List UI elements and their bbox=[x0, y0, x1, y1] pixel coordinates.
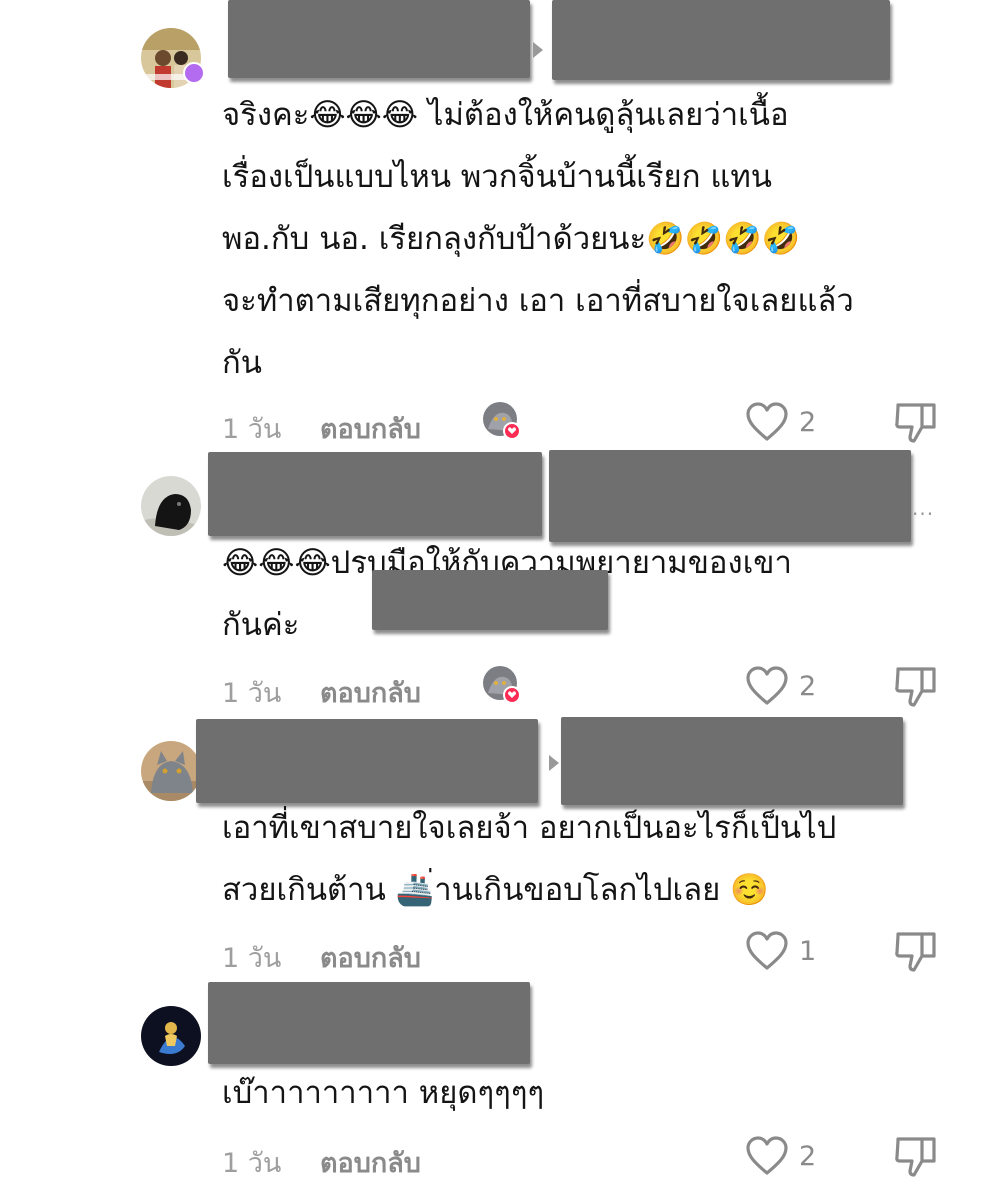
heart-outline-icon[interactable] bbox=[745, 1135, 789, 1177]
thumbs-down-outline-icon[interactable] bbox=[892, 663, 940, 709]
more-options-icon[interactable]: ... bbox=[912, 496, 934, 520]
comment-item: เอาที่เขาสบายใจเลยจ้า อยากเป็นอะไรก็เป็น… bbox=[0, 705, 982, 985]
heart-outline-icon[interactable] bbox=[745, 665, 789, 707]
comment-text: เอาที่เขาสบายใจเลยจ้า อยากเป็นอะไรก็เป็น… bbox=[222, 810, 837, 908]
comment-actions: 1 วัน ตอบกลับ 2 bbox=[222, 1136, 957, 1184]
like-count: 2 bbox=[799, 671, 817, 702]
reply-button[interactable]: ตอบกลับ bbox=[320, 1141, 421, 1184]
comment-item: เบ๊าาาาาาาาา หยุดๆๆๆๆ 1 วัน ตอบกลับ 2 bbox=[0, 970, 982, 1200]
redacted-username bbox=[196, 719, 538, 803]
creator-liked-avatar-icon bbox=[482, 401, 522, 441]
verified-badge-icon bbox=[183, 62, 205, 84]
like-count: 2 bbox=[799, 1141, 817, 1172]
thumbs-down-outline-icon[interactable] bbox=[892, 928, 940, 974]
comment-time: 1 วัน bbox=[222, 1148, 282, 1179]
like-count: 2 bbox=[799, 407, 817, 438]
reply-arrow-icon bbox=[549, 755, 559, 771]
redacted-mention bbox=[372, 570, 608, 630]
comment-item: ... 😂😂😂ปรบมือให้กับความพยายามของเขา กันค… bbox=[0, 440, 982, 720]
heart-outline-icon[interactable] bbox=[745, 930, 789, 972]
comment-text: เบ๊าาาาาาาาา หยุดๆๆๆๆ bbox=[222, 1075, 545, 1111]
reply-arrow-icon bbox=[533, 42, 543, 58]
user-avatar-dark-icon[interactable] bbox=[141, 1006, 201, 1066]
redacted-username bbox=[228, 0, 530, 78]
thumbs-down-outline-icon[interactable] bbox=[892, 399, 940, 445]
creator-liked-avatar-icon bbox=[482, 665, 522, 705]
redacted-reply-target bbox=[549, 450, 911, 542]
comment-text: จริงคะ😂😂😂 ไม่ต้องให้คนดูลุ้นเลยว่าเนื้อ … bbox=[222, 97, 854, 381]
thumbs-down-outline-icon[interactable] bbox=[892, 1133, 940, 1179]
user-avatar-black-bird-icon[interactable] bbox=[141, 476, 201, 536]
comment-item: จริงคะ😂😂😂 ไม่ต้องให้คนดูลุ้นเลยว่าเนื้อ … bbox=[0, 0, 982, 460]
heart-outline-icon[interactable] bbox=[745, 401, 789, 443]
like-count: 1 bbox=[799, 936, 817, 967]
redacted-reply-target bbox=[552, 0, 890, 80]
user-avatar-gray-cat-icon[interactable] bbox=[141, 741, 201, 801]
redacted-reply-target bbox=[561, 717, 903, 805]
redacted-username bbox=[208, 452, 542, 536]
redacted-username bbox=[208, 982, 530, 1064]
